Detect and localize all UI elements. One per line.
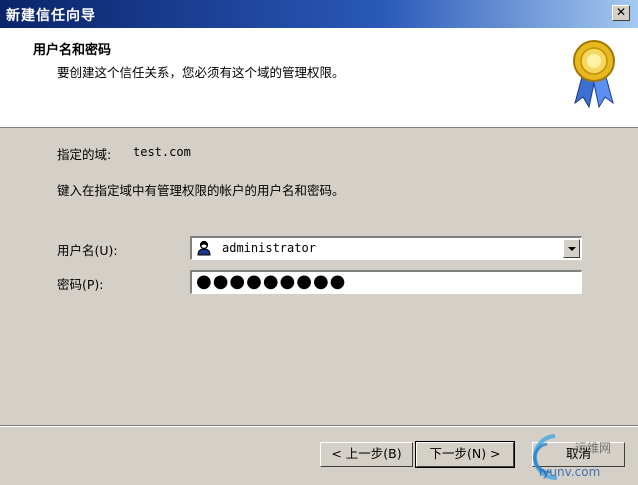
instruction-text: 键入在指定域中有管理权限的帐户的用户名和密码。	[57, 183, 345, 198]
username-value: administrator	[222, 241, 316, 255]
wizard-body: 指定的域: test.com 键入在指定域中有管理权限的帐户的用户名和密码。 用…	[0, 128, 638, 425]
watermark-logo: 运维网 iyunv.com	[533, 434, 611, 481]
domain-value: test.com	[133, 145, 191, 159]
username-label: 用户名(U):	[57, 243, 118, 258]
user-icon	[197, 240, 211, 256]
password-value: ●●●●●●●●●	[196, 271, 347, 292]
close-icon: ✕	[615, 5, 627, 19]
password-label: 密码(P):	[57, 277, 104, 292]
page-subtitle: 要创建这个信任关系，您必须有这个域的管理权限。	[57, 65, 345, 80]
back-button[interactable]: < 上一步(B)	[320, 442, 413, 467]
watermark-text-cn: 运维网	[575, 441, 611, 455]
wizard-header: 用户名和密码 要创建这个信任关系，您必须有这个域的管理权限。	[0, 28, 638, 128]
page-title: 用户名和密码	[33, 43, 112, 58]
award-medal-icon	[573, 40, 615, 109]
window-title: 新建信任向导	[6, 8, 96, 24]
chevron-down-icon[interactable]	[563, 239, 580, 258]
title-bar: 新建信任向导 ✕	[0, 0, 638, 28]
close-button[interactable]: ✕	[612, 5, 630, 21]
username-combobox[interactable]: administrator	[190, 236, 582, 260]
next-button[interactable]: 下一步(N) >	[415, 441, 515, 468]
password-field[interactable]: ●●●●●●●●●	[190, 270, 582, 294]
domain-label: 指定的域:	[57, 147, 112, 162]
watermark-text-url: iyunv.com	[539, 465, 600, 479]
